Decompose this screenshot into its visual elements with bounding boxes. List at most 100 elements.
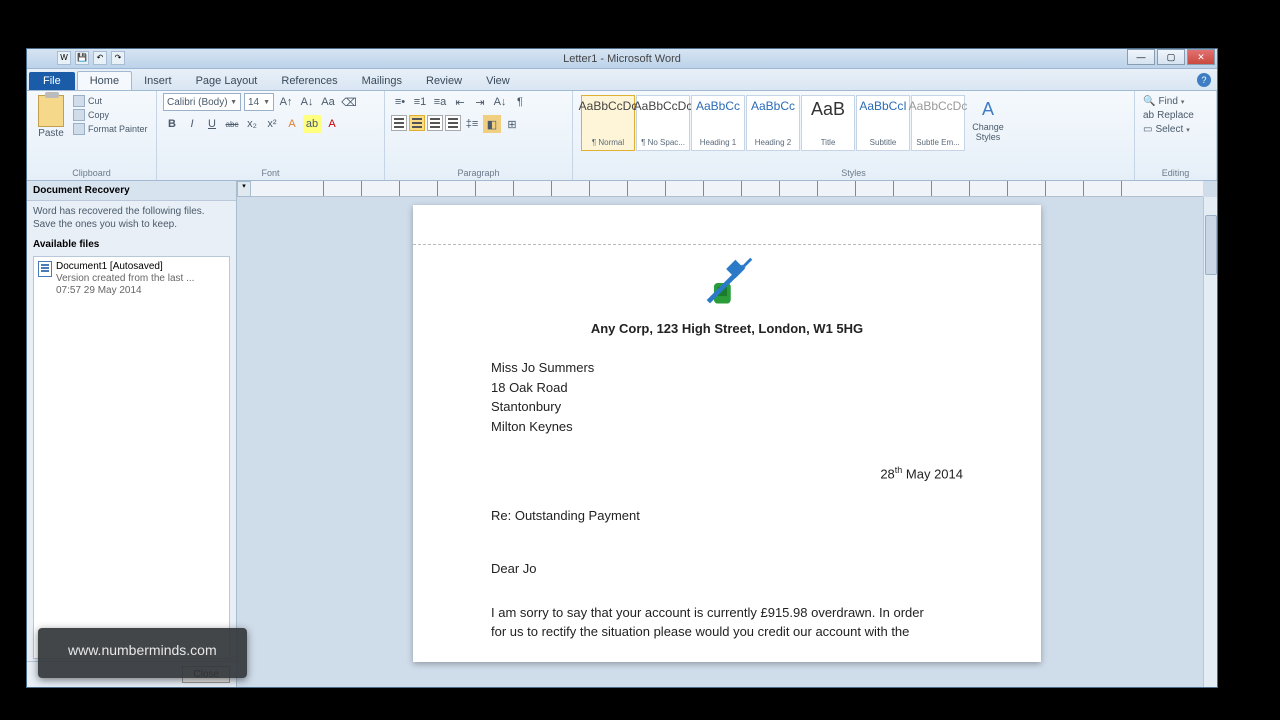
word-icon[interactable]: W [57,51,71,65]
subject-line: Re: Outstanding Payment [491,506,963,526]
bold-button[interactable]: B [163,115,181,133]
recovery-file-version: Version created from the last ... [56,273,194,285]
document-page[interactable]: Any Corp, 123 High Street, London, W1 5H… [413,205,1041,662]
grow-font-button[interactable]: A↑ [277,93,295,111]
ruler-toggle[interactable]: ▾ [237,181,251,197]
document-area: ▾ Page 1 [237,181,1217,687]
style-item[interactable]: AaBbCcISubtitle [856,95,910,151]
find-button[interactable]: 🔍Find▾ [1143,96,1208,107]
paste-button[interactable]: Paste [33,93,69,139]
justify-button[interactable] [445,115,461,131]
style-item[interactable]: AaBbCcDc¶ Normal [581,95,635,151]
subscript-button[interactable]: x₂ [243,115,261,133]
tab-mailings[interactable]: Mailings [350,72,414,90]
window-controls: — ▢ ✕ [1127,49,1215,65]
page-scroll[interactable]: Any Corp, 123 High Street, London, W1 5H… [251,197,1203,687]
salutation: Dear Jo [491,559,963,579]
superscript-button[interactable]: x² [263,115,281,133]
brush-icon [73,123,85,135]
format-painter-button[interactable]: Format Painter [73,123,148,135]
shrink-font-button[interactable]: A↓ [298,93,316,111]
chevron-down-icon: ▼ [263,99,270,106]
ribbon: Paste Cut Copy Format Painter Clipboard … [27,91,1217,181]
recovery-file-name: Document1 [Autosaved] [56,261,194,273]
cut-icon [73,95,85,107]
recovery-available-label: Available files [27,235,236,254]
text-effects-button[interactable]: A [283,115,301,133]
body-paragraph: I am sorry to say that your account is c… [491,603,963,642]
chevron-down-icon: ▼ [230,99,237,106]
style-item[interactable]: AaBbCcHeading 2 [746,95,800,151]
company-logo [491,255,963,317]
show-marks-button[interactable]: ¶ [511,93,529,111]
inc-indent-button[interactable]: ⇥ [471,93,489,111]
scrollbar-thumb[interactable] [1205,215,1217,275]
strike-button[interactable]: abc [223,115,241,133]
replace-button[interactable]: abReplace [1143,110,1208,121]
align-center-button[interactable] [409,115,425,131]
paste-icon [38,95,64,127]
minimize-button[interactable]: — [1127,49,1155,65]
select-button[interactable]: ▭Select▾ [1143,124,1208,135]
maximize-button[interactable]: ▢ [1157,49,1185,65]
window-title: Letter1 - Microsoft Word [563,53,681,65]
style-item[interactable]: AaBbCcDcSubtle Em... [911,95,965,151]
align-left-button[interactable] [391,115,407,131]
file-tab[interactable]: File [29,72,75,90]
paste-label: Paste [38,128,64,139]
recovery-file-item[interactable]: Document1 [Autosaved] Version created fr… [38,261,225,297]
font-name-select[interactable]: Calibri (Body)▼ [163,93,241,111]
numbering-button[interactable]: ≡1 [411,93,429,111]
highlight-button[interactable]: ab [303,115,321,133]
page-header-area [413,205,1041,245]
tab-references[interactable]: References [269,72,349,90]
underline-button[interactable]: U [203,115,221,133]
help-icon[interactable]: ? [1197,73,1211,87]
redo-icon[interactable]: ↷ [111,51,125,65]
align-right-button[interactable] [427,115,443,131]
close-button[interactable]: ✕ [1187,49,1215,65]
addr-line: 18 Oak Road [491,378,963,398]
save-icon[interactable]: 💾 [75,51,89,65]
style-item[interactable]: AaBbCcHeading 1 [691,95,745,151]
shading-button[interactable]: ◧ [483,115,501,133]
style-item[interactable]: AaBbCcDc¶ No Spac... [636,95,690,151]
group-font: Calibri (Body)▼ 14▼ A↑ A↓ Aa ⌫ B I U abc… [157,91,385,180]
italic-button[interactable]: I [183,115,201,133]
word-window: W 💾 ↶ ↷ Letter1 - Microsoft Word — ▢ ✕ F… [26,48,1218,688]
horizontal-ruler[interactable] [251,181,1203,197]
cut-button[interactable]: Cut [73,95,148,107]
recipient-address: Miss Jo Summers 18 Oak Road Stantonbury … [491,358,963,436]
bullets-button[interactable]: ≡• [391,93,409,111]
line-spacing-button[interactable]: ‡≡ [463,115,481,133]
change-styles-icon: A [974,95,1002,123]
clear-format-button[interactable]: ⌫ [340,93,358,111]
change-case-button[interactable]: Aa [319,93,337,111]
change-styles-button[interactable]: A Change Styles [967,93,1009,143]
vertical-scrollbar[interactable] [1203,197,1217,687]
addr-line: Miss Jo Summers [491,358,963,378]
tab-page-layout[interactable]: Page Layout [184,72,270,90]
multilevel-button[interactable]: ≡a [431,93,449,111]
sort-button[interactable]: A↓ [491,93,509,111]
replace-icon: ab [1143,110,1154,121]
styles-group-label: Styles [573,168,1134,178]
recovery-file-list: Document1 [Autosaved] Version created fr… [33,256,230,659]
dec-indent-button[interactable]: ⇤ [451,93,469,111]
style-item[interactable]: AaBTitle [801,95,855,151]
font-size-select[interactable]: 14▼ [244,93,274,111]
document-recovery-pane: Document Recovery Word has recovered the… [27,181,237,687]
select-icon: ▭ [1143,124,1152,135]
borders-button[interactable]: ⊞ [503,115,521,133]
document-icon [38,261,52,277]
font-color-button[interactable]: A [323,115,341,133]
watermark-overlay: www.numberminds.com [38,628,247,678]
tab-insert[interactable]: Insert [132,72,184,90]
group-styles: AaBbCcDc¶ NormalAaBbCcDc¶ No Spac...AaBb… [573,91,1135,180]
workspace: Document Recovery Word has recovered the… [27,181,1217,687]
tab-review[interactable]: Review [414,72,474,90]
tab-home[interactable]: Home [77,71,132,90]
copy-button[interactable]: Copy [73,109,148,121]
tab-view[interactable]: View [474,72,522,90]
undo-icon[interactable]: ↶ [93,51,107,65]
